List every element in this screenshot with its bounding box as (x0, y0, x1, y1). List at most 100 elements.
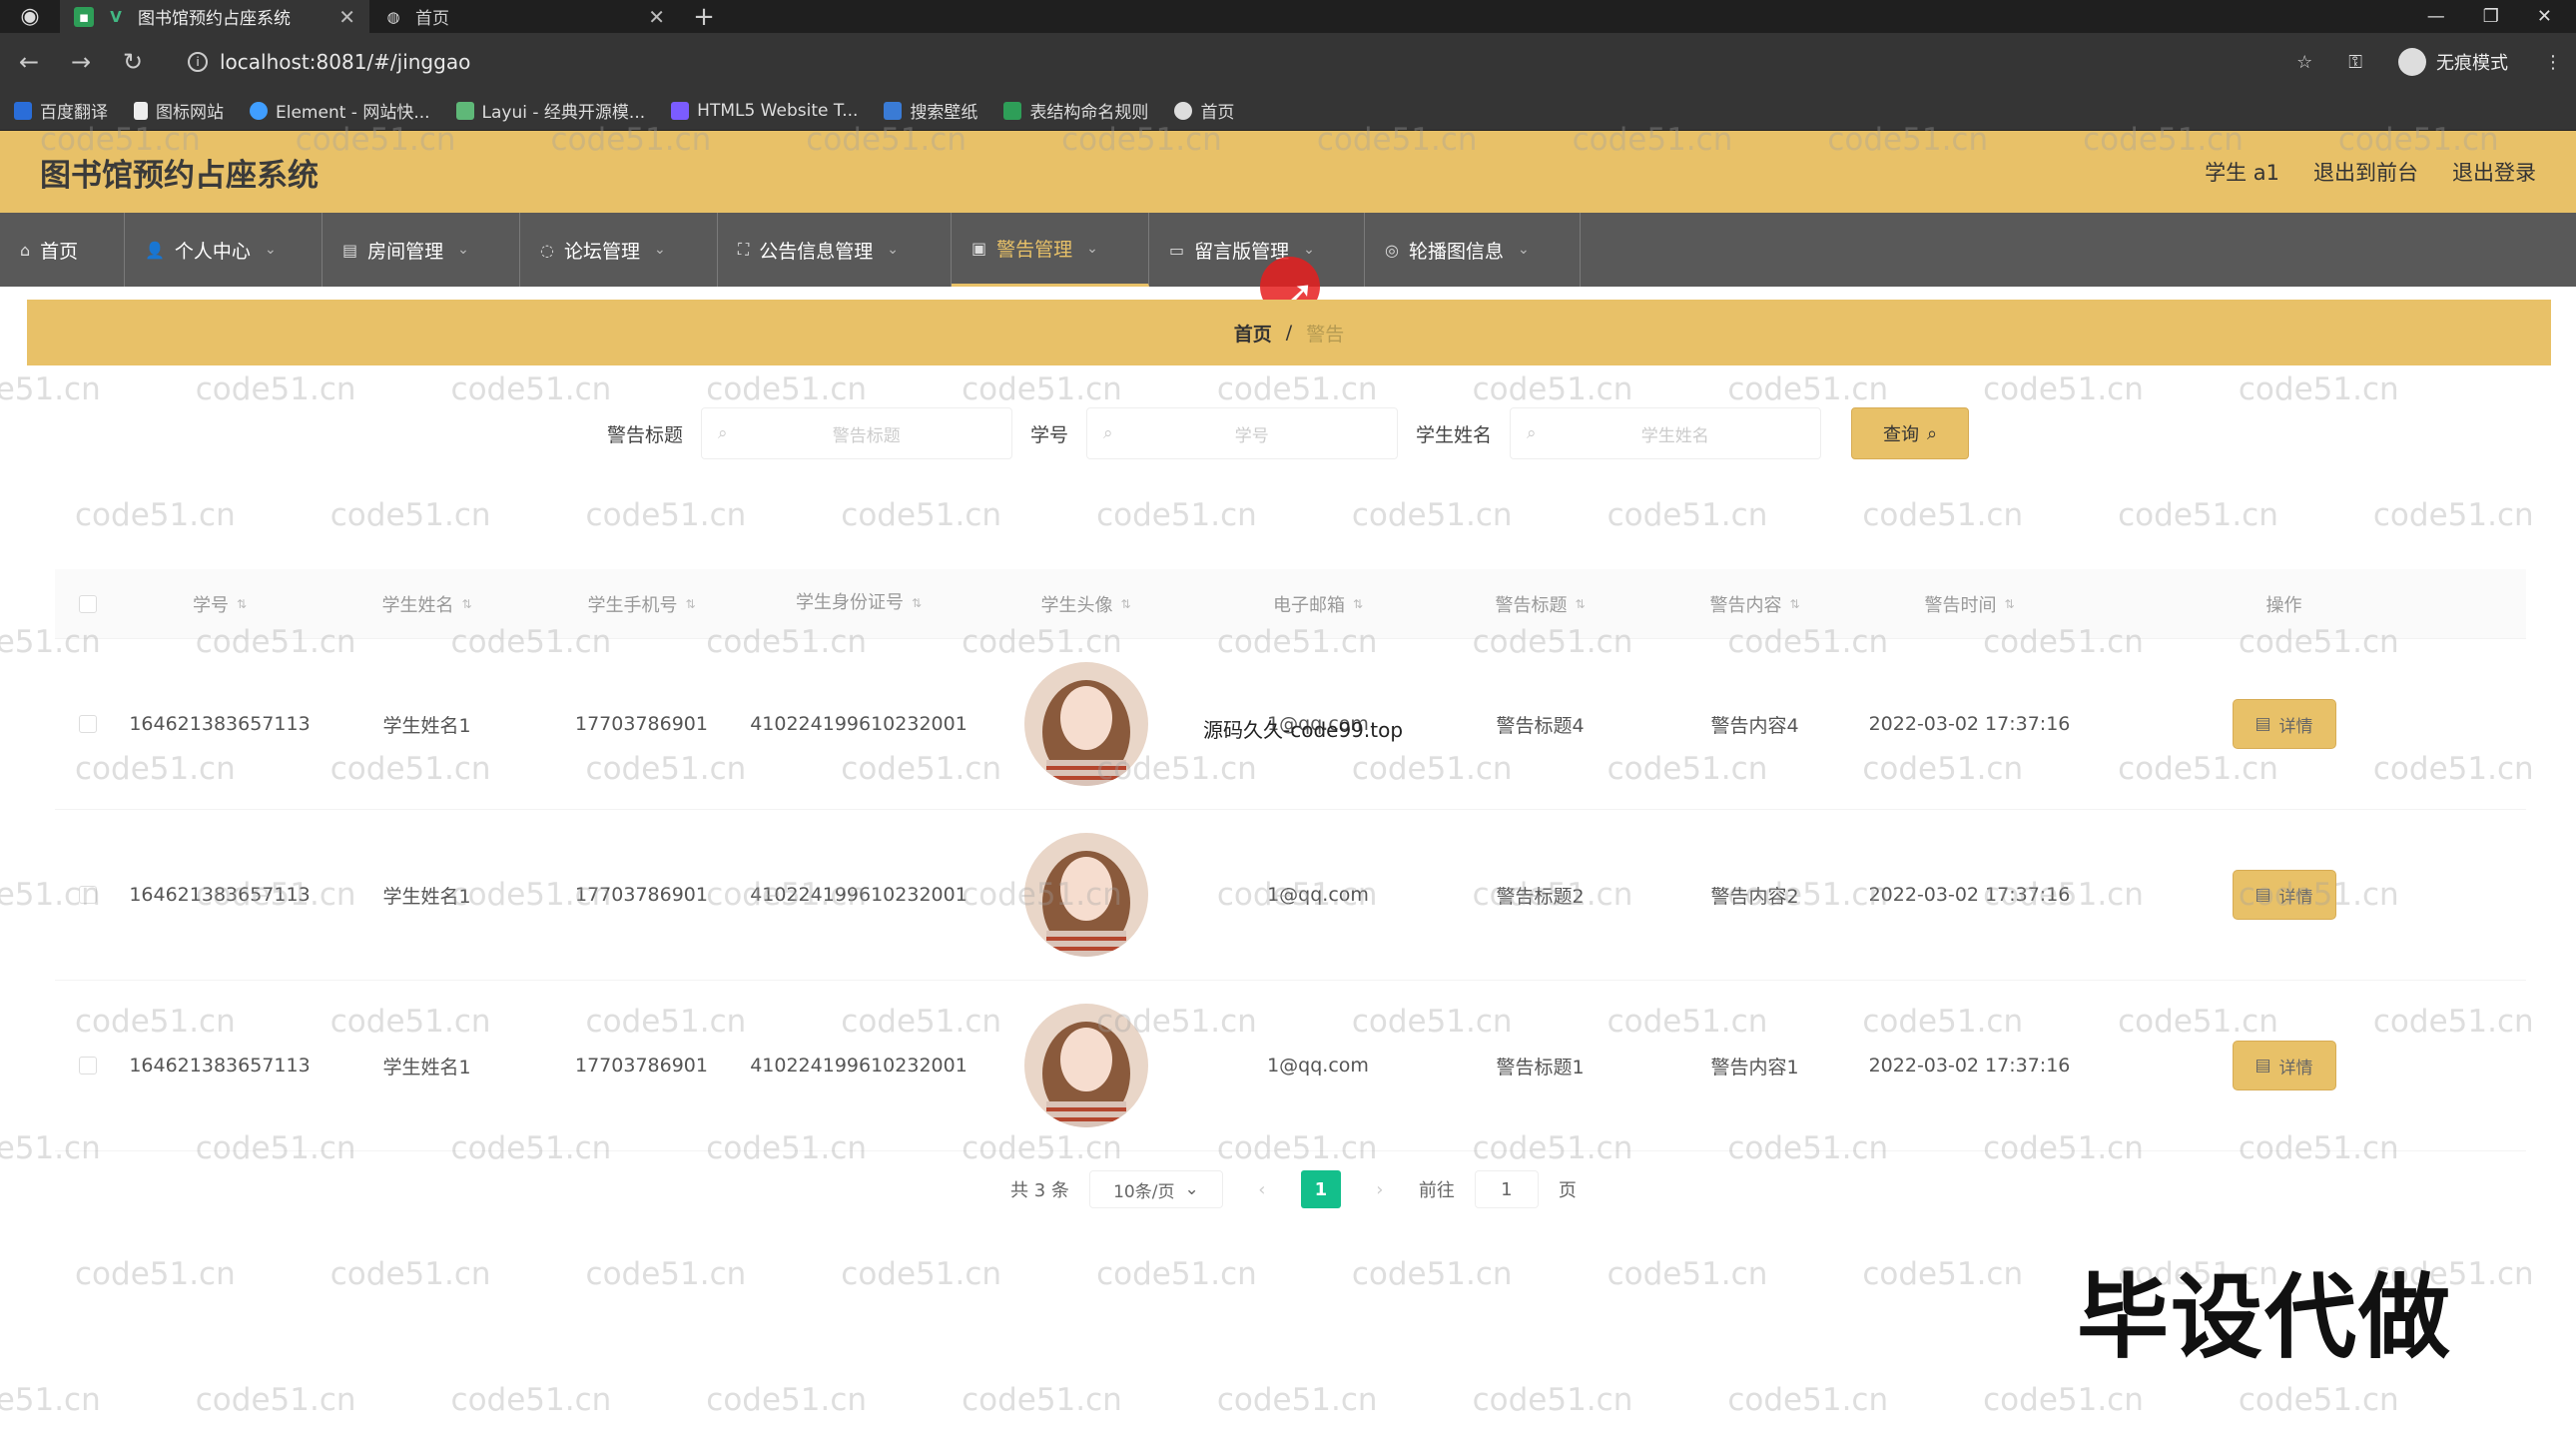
breadcrumb-separator: / (1285, 322, 1293, 344)
more-menu-icon[interactable]: ⋮ (2544, 52, 2562, 73)
column-header[interactable]: 学生身份证号 (796, 589, 904, 618)
close-tab-icon[interactable]: ✕ (338, 5, 355, 29)
chevron-down-icon: ⌄ (653, 242, 666, 258)
sort-icon[interactable]: ⇅ (1353, 597, 1363, 611)
bookmark-item[interactable]: Layui - 经典开源模... (455, 98, 645, 123)
sort-icon[interactable]: ⇅ (1120, 597, 1130, 611)
column-header[interactable]: 学生头像 (1040, 591, 1112, 617)
next-page-button[interactable]: › (1361, 1170, 1399, 1208)
cell-phone: 17703786901 (575, 713, 708, 735)
back-icon[interactable]: ← (14, 48, 44, 76)
prev-page-button[interactable]: ‹ (1243, 1170, 1281, 1208)
to-front-link[interactable]: 退出到前台 (2313, 157, 2418, 187)
select-all-checkbox[interactable] (78, 594, 97, 613)
watermark-text: code51.cn (1472, 371, 1633, 407)
goto-page-input[interactable]: 1 (1474, 1170, 1539, 1208)
row-checkbox[interactable] (78, 886, 97, 904)
sort-icon[interactable]: ⇅ (1575, 597, 1585, 611)
cell-email: 1@qq.com (1267, 884, 1369, 906)
incognito-indicator[interactable]: 无痕模式 (2398, 48, 2508, 76)
column-header[interactable]: 学生手机号 (587, 591, 677, 617)
search-input-name[interactable]: ⌕ 学生姓名 (1510, 407, 1822, 459)
nav-item-room[interactable]: ▤ 房间管理 ⌄ (322, 213, 520, 287)
nav-label: 轮播图信息 (1408, 240, 1504, 263)
sort-icon[interactable]: ⇅ (237, 597, 247, 611)
bookmark-item[interactable]: 百度翻译 (14, 98, 108, 123)
row-checkbox[interactable] (78, 1057, 97, 1075)
student-avatar[interactable] (1023, 833, 1148, 957)
nav-item-carousel[interactable]: ◎ 轮播图信息 ⌄ (1365, 213, 1581, 287)
column-header[interactable]: 学号 (193, 591, 229, 617)
nav-item-forum[interactable]: ◌ 论坛管理 ⌄ (520, 213, 718, 287)
search-input-sid[interactable]: ⌕ 学号 (1086, 407, 1398, 459)
nav-item-message[interactable]: ▭ 留言版管理 ⌄ (1149, 213, 1365, 287)
flag-icon (134, 101, 148, 120)
close-tab-icon[interactable]: ✕ (648, 5, 665, 29)
key-icon[interactable]: ⚿ (2348, 52, 2362, 73)
info-icon[interactable]: i (188, 52, 208, 72)
breadcrumb-home[interactable]: 首页 (1234, 320, 1272, 347)
browser-menu-icon[interactable]: ◉ (0, 0, 60, 33)
sort-icon[interactable]: ⇅ (912, 594, 922, 613)
bookmark-label: 图标网站 (156, 103, 224, 123)
watermark-text: code51.cn (841, 497, 1002, 533)
row-checkbox[interactable] (78, 715, 97, 733)
star-icon[interactable]: ☆ (2296, 52, 2312, 73)
sort-icon[interactable]: ⇅ (2004, 597, 2014, 611)
detail-button[interactable]: ▤ 详情 (2232, 699, 2336, 749)
column-header[interactable]: 学生姓名 (381, 591, 453, 617)
bookmark-icon (14, 101, 32, 120)
minimize-icon[interactable]: — (2427, 6, 2445, 27)
sort-icon[interactable]: ⇅ (461, 597, 471, 611)
nav-item-notice[interactable]: ⛶ 公告信息管理 ⌄ (718, 213, 952, 287)
url-field[interactable]: i localhost:8081/#/jinggao (188, 50, 470, 74)
forward-icon[interactable]: → (66, 48, 96, 76)
tab-home[interactable]: ◍ 首页 ✕ (369, 0, 679, 33)
search-label-sid: 学号 (1029, 423, 1068, 446)
bookmark-item[interactable]: 首页 (1174, 98, 1234, 123)
new-tab-button[interactable]: + (679, 0, 729, 33)
detail-button[interactable]: ▤ 详情 (2232, 870, 2336, 920)
column-header[interactable]: 电子邮箱 (1273, 591, 1345, 617)
bookmark-item[interactable]: Element - 网站快... (250, 98, 430, 123)
logout-link[interactable]: 退出登录 (2452, 157, 2536, 187)
column-header[interactable]: 警告内容 (1709, 591, 1781, 617)
cell-phone: 17703786901 (575, 1055, 708, 1077)
bookmark-label: HTML5 Website T... (697, 100, 859, 121)
reload-icon[interactable]: ↻ (118, 48, 148, 76)
cell-warning-content: 警告内容2 (1710, 885, 1799, 908)
nav-item-home[interactable]: ⌂ 首页 (0, 213, 125, 287)
placeholder: 学生姓名 (1640, 425, 1709, 446)
query-button[interactable]: 查询 ⌕ (1851, 407, 1970, 459)
tab-library-system[interactable]: ▪ V 图书馆预约占座系统 ✕ (60, 0, 369, 33)
watermark-text: code51.cn (2238, 1382, 2399, 1418)
close-window-icon[interactable]: ✕ (2537, 6, 2552, 27)
app-header: 图书馆预约占座系统 学生 a1 退出到前台 退出登录 (0, 131, 2576, 213)
sort-icon[interactable]: ⇅ (685, 597, 695, 611)
globe-icon: ◍ (386, 7, 400, 26)
student-avatar[interactable] (1023, 1004, 1148, 1127)
restore-icon[interactable]: ❐ (2483, 6, 2499, 27)
column-header[interactable]: 警告标题 (1495, 591, 1567, 617)
bookmark-item[interactable]: 图标网站 (134, 98, 224, 123)
column-header[interactable]: 警告时间 (1924, 591, 1996, 617)
watermark-text: code51.cn (0, 371, 101, 407)
detail-button[interactable]: ▤ 详情 (2232, 1041, 2336, 1090)
nav-item-warning[interactable]: ▣ 警告管理 ⌄ (952, 213, 1149, 287)
student-avatar[interactable] (1023, 662, 1148, 786)
table-row: 164621383657113 学生姓名1 17703786901 410224… (55, 981, 2526, 1151)
bookmark-item[interactable]: HTML5 Website T... (671, 101, 858, 121)
home-icon: ⌂ (20, 240, 31, 260)
watermark-text: code51.cn (75, 1256, 236, 1292)
nav-item-personal[interactable]: 👤 个人中心 ⌄ (125, 213, 322, 287)
search-label-name: 学生姓名 (1416, 423, 1493, 446)
search-input-title[interactable]: ⌕ 警告标题 (700, 407, 1012, 459)
page-number[interactable]: 1 (1300, 1170, 1341, 1208)
cell-idno: 410224199610232001 (750, 883, 967, 906)
page-size-select[interactable]: 10条/页 ⌄ (1088, 1170, 1223, 1208)
cell-warning-time: 2022-03-02 17:37:16 (1868, 884, 2071, 906)
bookmark-item[interactable]: 表结构命名规则 (1003, 98, 1148, 123)
sort-icon[interactable]: ⇅ (1789, 597, 1799, 611)
bookmark-item[interactable]: 搜索壁纸 (884, 98, 977, 123)
pagination: 共 3 条 10条/页 ⌄ ‹ 1 › 前往 1 页 (1010, 1170, 1577, 1208)
